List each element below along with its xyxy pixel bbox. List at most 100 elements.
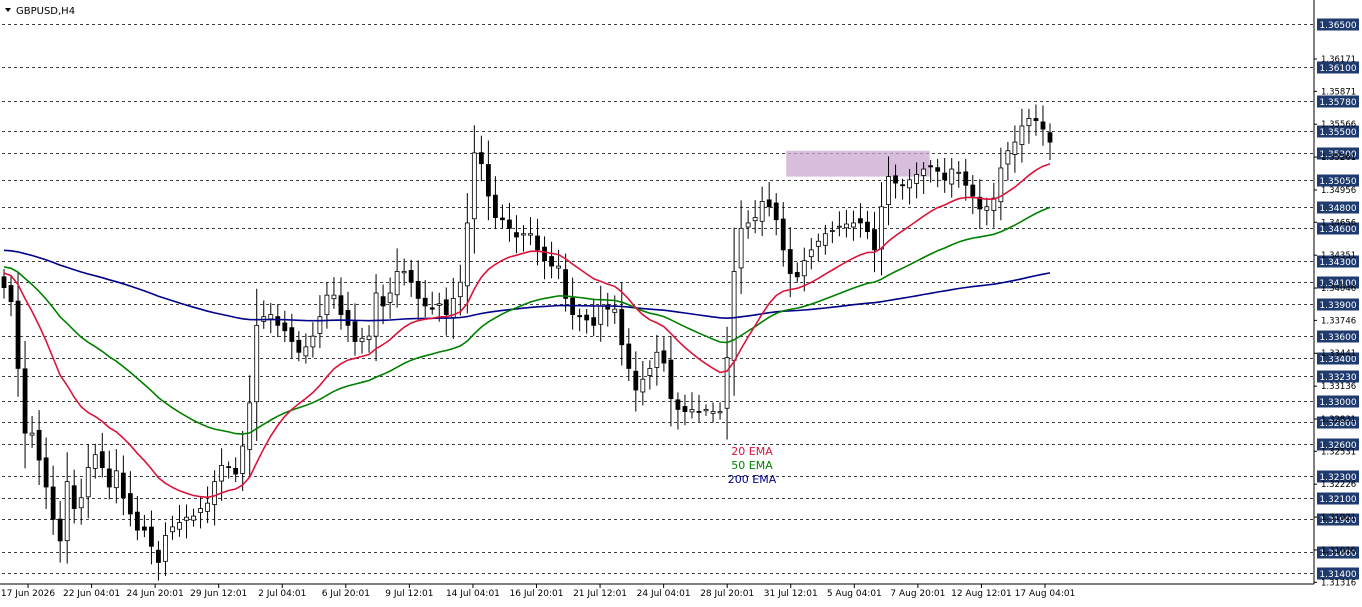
candle-body xyxy=(879,206,884,250)
price-tick-label: 1.31921 xyxy=(1321,513,1356,523)
price-tick-label: 1.34956 xyxy=(1321,186,1356,196)
chart-background xyxy=(0,0,1362,603)
candle-body xyxy=(836,225,842,228)
candle-body xyxy=(43,457,49,488)
symbol-header[interactable]: GBPUSD,H4 xyxy=(5,6,75,17)
candle-body xyxy=(493,194,498,218)
candle-body xyxy=(149,526,154,547)
candle-body xyxy=(780,218,786,251)
candle-body xyxy=(184,516,189,521)
supply-zone xyxy=(786,150,930,177)
level-label: 1.33900 xyxy=(1317,298,1359,311)
candle-body xyxy=(394,271,400,296)
candle-body xyxy=(675,399,681,410)
candle-body xyxy=(359,337,365,343)
time-tick-label: 9 Jul 12:01 xyxy=(385,589,433,599)
candle-body xyxy=(935,167,941,172)
candle-body xyxy=(794,272,800,278)
candle-body xyxy=(668,359,674,400)
candle-body xyxy=(142,526,147,531)
candle-body xyxy=(1019,125,1025,145)
price-tick-label: 1.35566 xyxy=(1321,120,1356,130)
candle-body xyxy=(787,249,793,275)
candle-body xyxy=(57,518,63,542)
price-tick-label: 1.32531 xyxy=(1321,447,1356,457)
candle-body xyxy=(254,324,260,403)
candle-body xyxy=(893,175,898,184)
candle-body xyxy=(15,300,21,369)
candle-body xyxy=(991,197,997,211)
level-label-text: 1.33000 xyxy=(1319,398,1356,408)
candle-body xyxy=(485,164,491,197)
candle-body xyxy=(872,229,877,251)
candle-body xyxy=(844,223,849,229)
candle-body xyxy=(120,472,126,499)
candle-body xyxy=(717,411,723,414)
candle-body xyxy=(865,221,870,232)
candle-body xyxy=(205,502,210,512)
candle-body xyxy=(752,217,758,222)
time-tick-label: 16 Jul 20:01 xyxy=(510,589,564,599)
candle-body xyxy=(942,172,948,181)
candle-body xyxy=(598,305,604,325)
legend-ema50: 50 EMA xyxy=(731,459,773,472)
candle-body xyxy=(50,486,56,520)
candle-body xyxy=(886,176,891,205)
candle-body xyxy=(170,526,175,533)
candle-body xyxy=(436,303,442,306)
level-label-text: 1.34800 xyxy=(1319,204,1356,214)
candle-body xyxy=(457,281,463,298)
candle-body xyxy=(415,281,421,299)
candle-body xyxy=(921,168,927,176)
candle-body xyxy=(29,432,35,436)
candle-body xyxy=(177,522,182,530)
candle-body xyxy=(282,322,288,332)
candle-body xyxy=(92,454,98,469)
zone-layer xyxy=(786,150,930,177)
level-label-text: 1.35780 xyxy=(1319,98,1356,108)
price-tick-label: 1.33746 xyxy=(1321,316,1356,326)
candle-body xyxy=(759,200,765,222)
price-tick-label: 1.35261 xyxy=(1321,153,1356,163)
candle-body xyxy=(401,271,407,274)
price-tick-label: 1.34046 xyxy=(1321,284,1356,294)
time-tick-label: 17 Aug 04:01 xyxy=(1015,589,1076,599)
candle-body xyxy=(1026,118,1032,127)
time-tick-label: 7 Aug 20:01 xyxy=(890,589,945,599)
candle-body xyxy=(36,429,42,461)
candle-body xyxy=(134,511,140,531)
chart-window[interactable]: 1.36500 1.36100 1.35780 1.35500 1.35300 1.350… xyxy=(0,0,1362,603)
time-tick-label: 17 Jun 2026 xyxy=(1,589,55,599)
candle-body xyxy=(324,294,330,316)
time-tick-label: 24 Jun 20:01 xyxy=(127,589,184,599)
candle-body xyxy=(858,218,863,224)
candle-body xyxy=(773,202,779,221)
time-tick-label: 21 Jul 12:01 xyxy=(573,589,627,599)
candle-body xyxy=(464,222,470,287)
candle-body xyxy=(1012,141,1018,155)
candle-body xyxy=(633,370,639,391)
candle-body xyxy=(682,406,688,412)
candle-body xyxy=(949,168,955,185)
level-label: 1.33600 xyxy=(1317,330,1359,343)
candle-body xyxy=(478,152,484,165)
candle-body xyxy=(1033,118,1039,121)
candle-body xyxy=(500,217,505,221)
legend-ema200: 200 EMA xyxy=(728,473,777,486)
candle-body xyxy=(535,235,540,251)
candle-body xyxy=(198,508,203,513)
time-tick-label: 2 Jul 04:01 xyxy=(258,589,306,599)
candle-body xyxy=(900,184,905,187)
candle-body xyxy=(71,485,77,509)
candle-body xyxy=(163,535,168,562)
candle-body xyxy=(829,230,835,232)
candle-body xyxy=(689,408,695,413)
candle-body xyxy=(822,233,828,246)
candle-body xyxy=(106,468,112,488)
candle-body xyxy=(801,260,807,277)
candle-body xyxy=(1005,150,1011,165)
price-chart[interactable]: 1.365001.361001.357801.355001.353001.350… xyxy=(0,0,1362,603)
candle-body xyxy=(226,466,232,468)
candle-body xyxy=(387,292,393,303)
candle-body xyxy=(661,350,667,364)
